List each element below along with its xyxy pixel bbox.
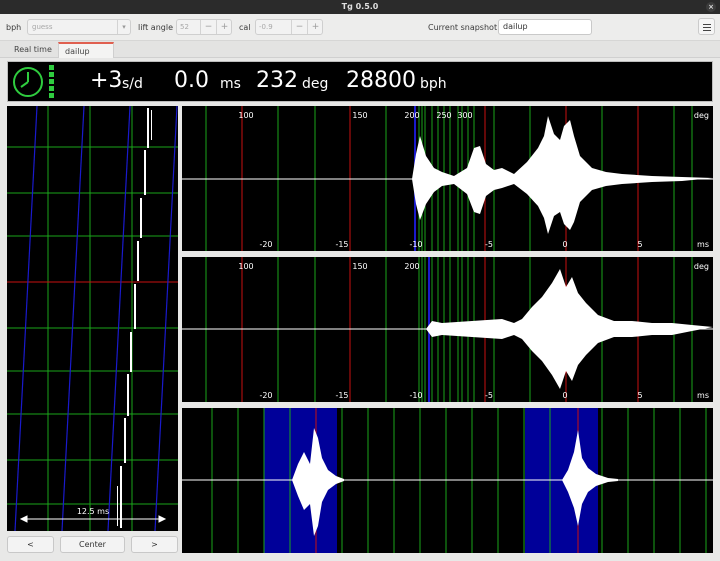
paperstrip-trace [117, 108, 152, 528]
bph-select[interactable]: guess ▾ [27, 19, 131, 35]
deg-unit-label: deg [694, 262, 709, 271]
ms-tick-label: 0 [562, 391, 567, 400]
deg-tick-label: 150 [352, 262, 367, 271]
toc-waveform-trace [426, 269, 713, 389]
cal-value: -0.9 [259, 23, 273, 31]
rate-value: +3 [90, 68, 123, 93]
ms-tick-label: -15 [335, 240, 348, 249]
tab-label: dailup [65, 47, 90, 56]
hamburger-icon [703, 24, 711, 25]
clock-icon [13, 67, 43, 97]
ms-tick-label: -10 [409, 240, 422, 249]
deg-tick-label: 100 [238, 111, 253, 120]
cal-spinner[interactable]: -0.9 − + [255, 19, 323, 35]
toc-waveform-graph: 100 150 200 deg -20 -15 -10 -5 0 5 ms [182, 257, 713, 402]
deg-tick-label: 200 [404, 111, 419, 120]
menu-button[interactable] [698, 18, 715, 35]
window-title: Tg 0.5.0 [341, 2, 379, 11]
ms-tick-label: -20 [259, 240, 272, 249]
rate-unit: s/d [122, 76, 143, 92]
tic-waveform-graph: 100 150 200 250 300 deg -20 -15 -10 -5 0… [182, 106, 713, 251]
tic-waveform-panel: 100 150 200 250 300 deg -20 -15 -10 -5 0… [182, 106, 713, 251]
deg-tick-label: 250 [436, 111, 451, 120]
cal-decrement-button[interactable]: − [291, 20, 307, 34]
time-scale-label: 12.5 ms [77, 507, 109, 516]
toc-waveform-panel: 100 150 200 deg -20 -15 -10 -5 0 5 ms [182, 257, 713, 402]
previous-button[interactable]: < [7, 536, 54, 553]
cal-label: cal [239, 23, 251, 32]
ms-tick-label: -5 [485, 240, 493, 249]
ms-unit-label: ms [697, 391, 709, 400]
bph-select-value: guess [32, 23, 53, 31]
signal-level-indicator [49, 65, 54, 99]
deg-tick-label: 150 [352, 111, 367, 120]
time-scale-indicator [19, 515, 167, 523]
snapshot-label: Current snapshot: [428, 23, 500, 32]
deg-tick-label: 100 [238, 262, 253, 271]
close-window-button[interactable]: × [706, 2, 716, 12]
bph-value: 28800 [346, 68, 416, 93]
period-waveform-graph [182, 408, 713, 553]
toolbar: bph guess ▾ lift angle 52 − + cal -0.9 −… [0, 14, 720, 41]
tab-label: Real time [14, 45, 52, 54]
deg-tick-label: 200 [404, 262, 419, 271]
period-waveform-panel [182, 408, 713, 553]
tab-dailup[interactable]: dailup × [58, 42, 114, 71]
bph-label: bph [6, 23, 22, 32]
paperstrip-panel[interactable]: 12.5 ms [7, 106, 178, 531]
title-bar: Tg 0.5.0 × [0, 0, 720, 14]
snapshot-name-input[interactable]: dailup [498, 19, 592, 35]
status-display: +3 s/d 0.0 ms 232 deg 28800 bph [7, 61, 713, 102]
ms-unit-label: ms [697, 240, 709, 249]
ms-tick-label: -10 [409, 391, 422, 400]
lift-angle-increment-button[interactable]: + [216, 20, 232, 34]
lift-angle-label: lift angle [138, 23, 173, 32]
lift-angle-decrement-button[interactable]: − [200, 20, 216, 34]
lift-angle-value: 52 [180, 23, 189, 31]
ms-tick-label: -15 [335, 391, 348, 400]
deg-unit-label: deg [694, 111, 709, 120]
paperstrip-graph: 12.5 ms [7, 106, 178, 531]
lift-angle-spinner[interactable]: 52 − + [176, 19, 232, 35]
ms-tick-label: 5 [637, 391, 642, 400]
bph-unit: bph [420, 76, 447, 92]
center-button[interactable]: Center [60, 536, 125, 553]
ms-tick-label: -20 [259, 391, 272, 400]
tab-bar: Real time dailup × [0, 41, 720, 71]
next-button[interactable]: > [131, 536, 178, 553]
deg-tick-label: 300 [457, 111, 472, 120]
amplitude-unit: deg [302, 76, 329, 92]
amplitude-value: 232 [256, 68, 298, 93]
tab-real-time[interactable]: Real time [8, 42, 58, 58]
ms-tick-label: 5 [637, 240, 642, 249]
cal-increment-button[interactable]: + [307, 20, 323, 34]
chevron-down-icon: ▾ [117, 20, 130, 34]
ms-tick-label: 0 [562, 240, 567, 249]
beat-error-value: 0.0 [174, 68, 209, 93]
ms-tick-label: -5 [485, 391, 493, 400]
beat-error-unit: ms [220, 76, 241, 92]
tic-waveform-trace [412, 116, 713, 234]
